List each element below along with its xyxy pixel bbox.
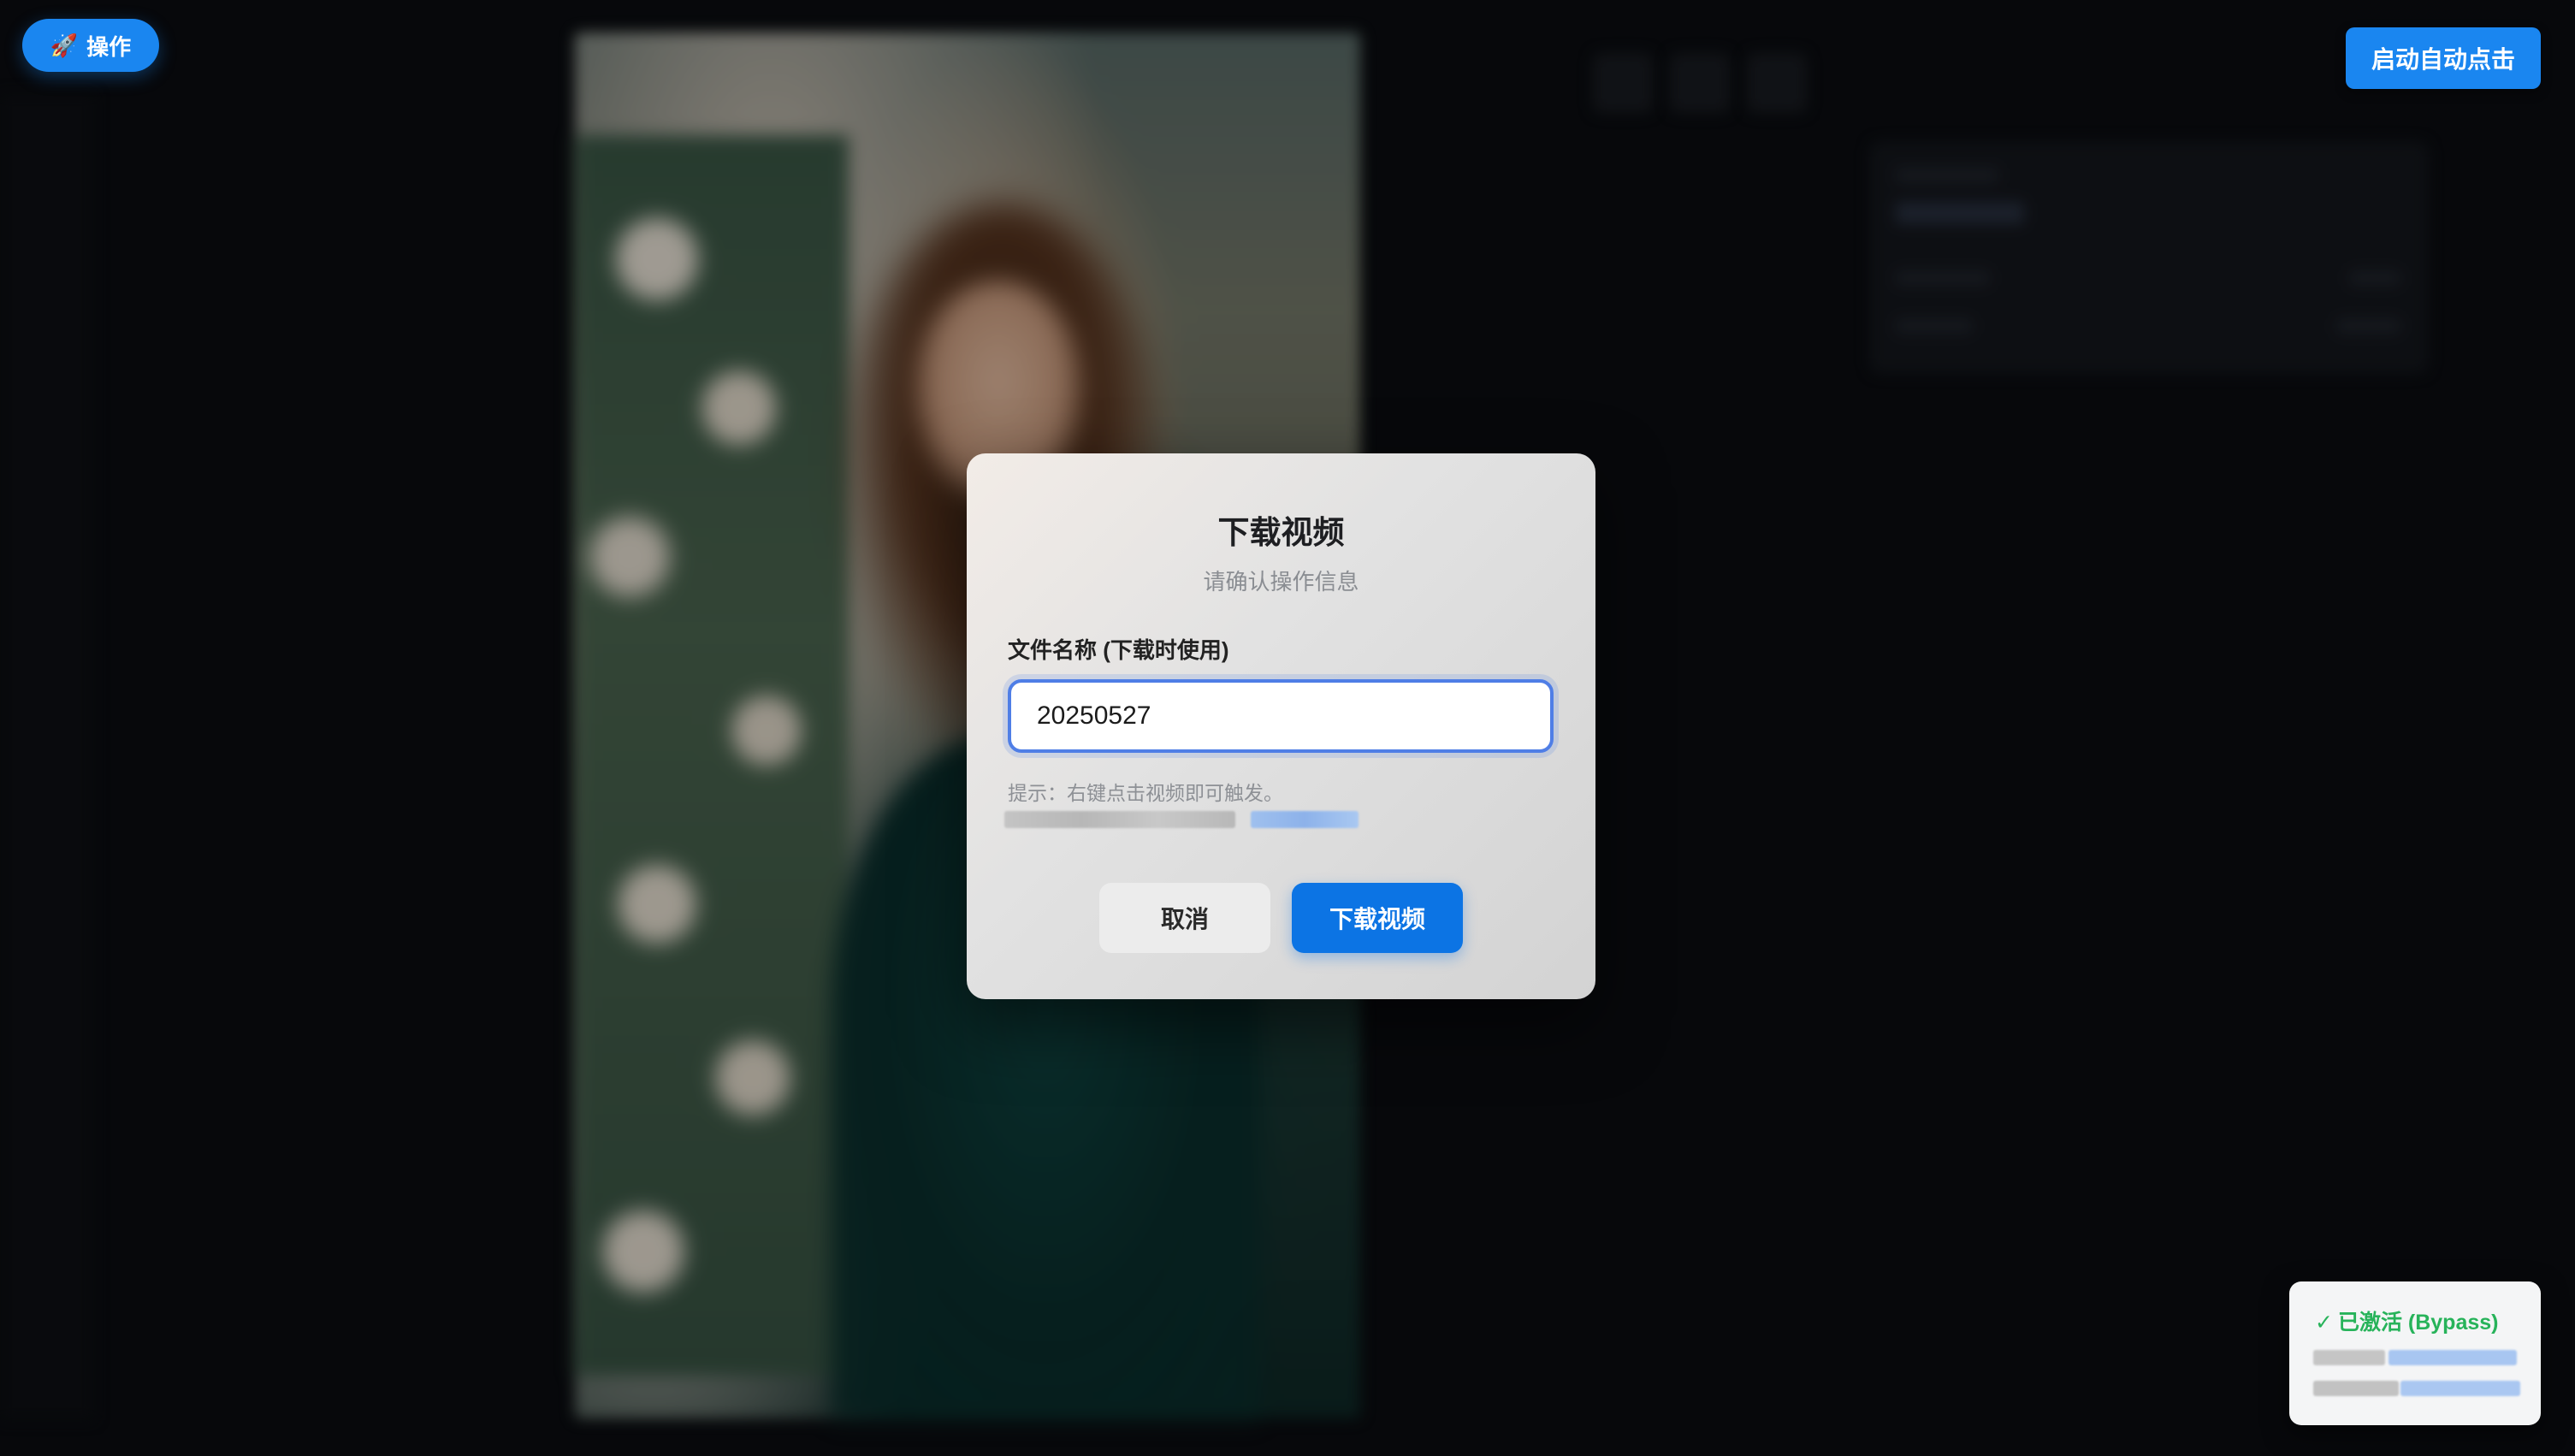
- redacted-text: [1004, 811, 1235, 828]
- hint-text: 提示：右键点击视频即可触发。: [1008, 782, 1283, 804]
- download-video-button[interactable]: 下载视频: [1292, 883, 1463, 953]
- status-label: 已激活 (Bypass): [2337, 1311, 2499, 1335]
- redacted-link: [1251, 811, 1359, 828]
- dialog-subtitle: 请确认操作信息: [1203, 569, 1359, 595]
- cancel-button[interactable]: 取消: [1099, 883, 1270, 953]
- filename-input[interactable]: [1008, 679, 1554, 753]
- redacted-text: [2313, 1350, 2385, 1365]
- redacted-text: [2313, 1381, 2399, 1396]
- filename-label: 文件名称 (下载时使用): [1008, 637, 1229, 663]
- redacted-link: [2400, 1381, 2520, 1396]
- rocket-icon: 🚀: [50, 32, 79, 58]
- redacted-link: [2389, 1350, 2517, 1365]
- download-video-dialog: 下载视频 请确认操作信息 文件名称 (下载时使用) 提示：右键点击视频即可触发。…: [967, 453, 1595, 999]
- redacted-info: [1004, 811, 1359, 828]
- check-icon: ✓: [2315, 1311, 2333, 1335]
- activation-status-toast: ✓ 已激活 (Bypass): [2289, 1281, 2541, 1425]
- start-auto-click-button[interactable]: 启动自动点击: [2346, 27, 2541, 89]
- action-menu-label: 操作: [86, 33, 132, 60]
- status-text-row: ✓ 已激活 (Bypass): [2315, 1305, 2499, 1336]
- action-menu-button[interactable]: 🚀 操作: [22, 19, 159, 72]
- dialog-title: 下载视频: [1217, 515, 1345, 550]
